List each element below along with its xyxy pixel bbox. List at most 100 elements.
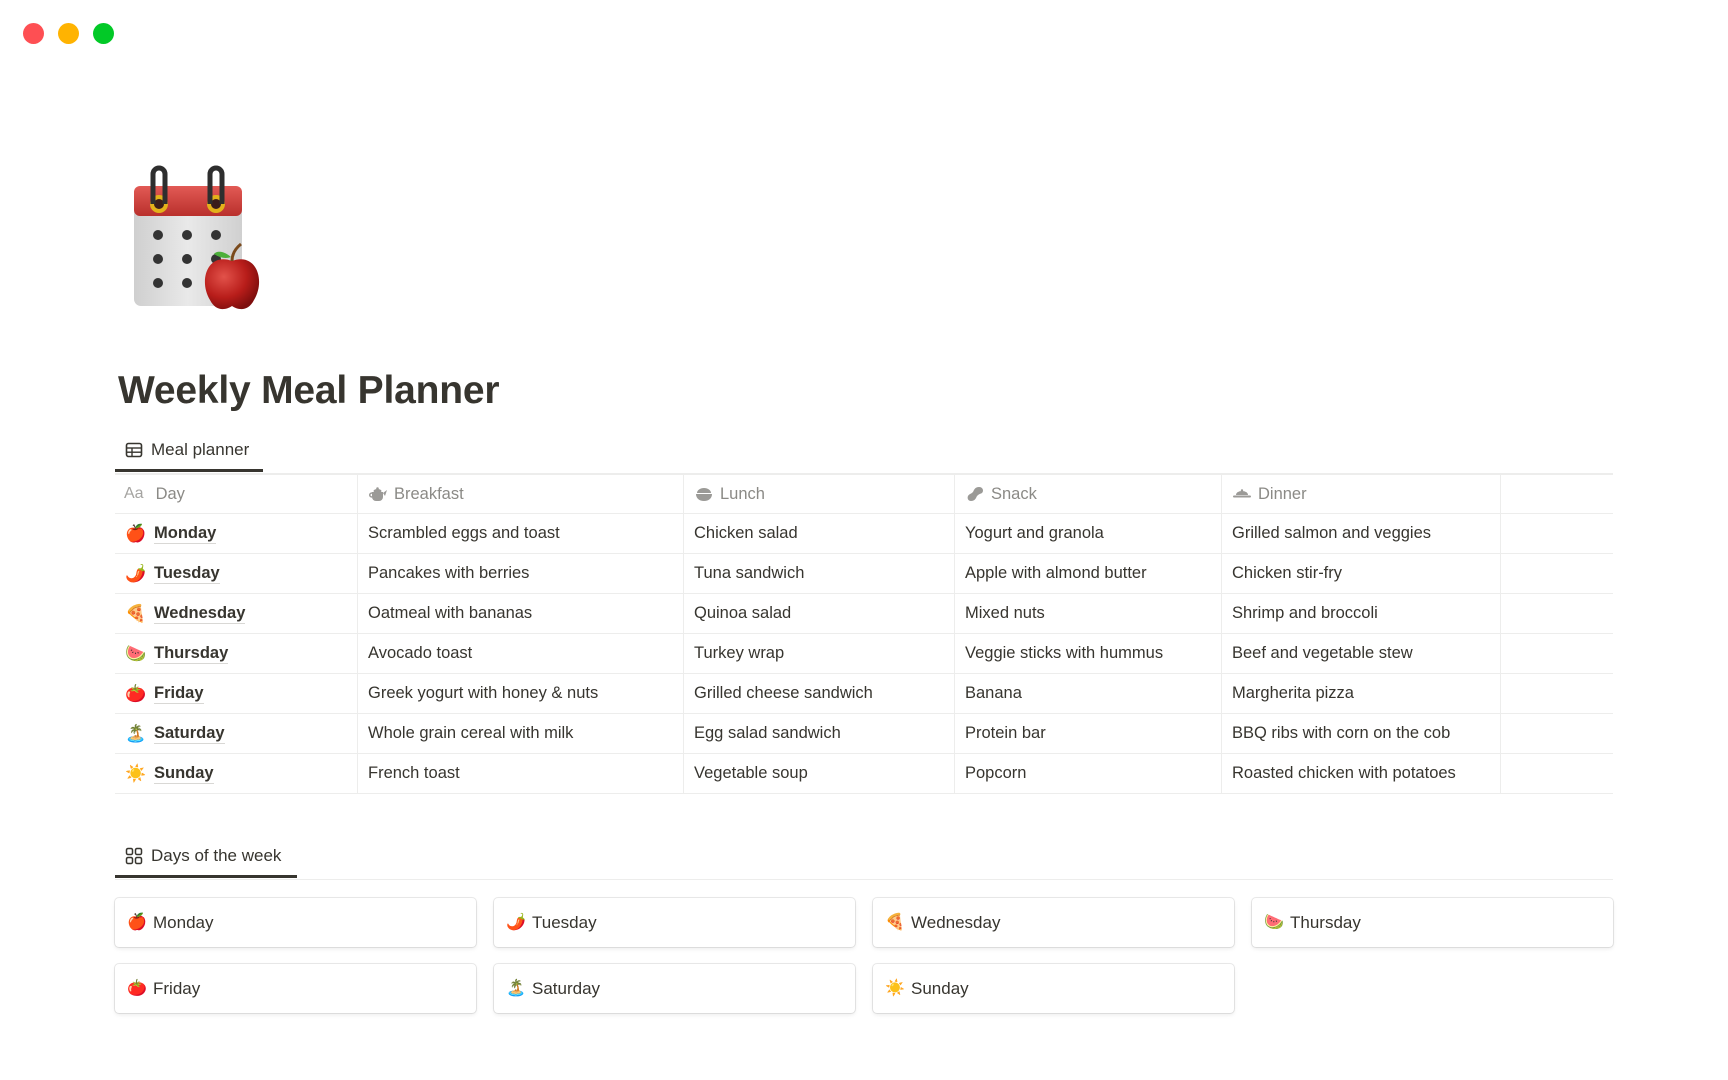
day-page-link[interactable]: Thursday (154, 644, 229, 664)
close-window-button[interactable] (23, 23, 44, 44)
cell-breakfast[interactable]: Avocado toast (358, 634, 684, 673)
dish-icon (1232, 486, 1252, 502)
apple-icon: 🍎 (125, 524, 147, 543)
window-controls (23, 23, 114, 44)
minimize-window-button[interactable] (58, 23, 79, 44)
day-page-link[interactable]: Wednesday (154, 604, 246, 624)
tab-label: Days of the week (151, 845, 282, 865)
card-title: Thursday (1290, 912, 1361, 932)
card-title: Sunday (911, 978, 969, 998)
page-title[interactable]: Weekly Meal Planner (118, 366, 500, 416)
tab-meal-planner[interactable]: Meal planner (115, 430, 263, 472)
cell-dinner[interactable]: Shrimp and broccoli (1222, 594, 1501, 633)
apple-icon: 🍎 (127, 913, 147, 931)
gallery-card[interactable]: 🌶️ Tuesday (494, 898, 855, 947)
table-row: 🌶️ Tuesday Pancakes with berries Tuna sandw… (115, 554, 1613, 594)
table-row: ☀️ Sunday French toast Vegetable soup Popcor… (115, 754, 1613, 794)
cell-day[interactable]: 🍎 Monday (115, 514, 358, 553)
column-header-lunch[interactable]: Lunch (684, 475, 955, 513)
day-page-link[interactable]: Tuesday (154, 564, 220, 584)
card-title: Wednesday (911, 912, 1001, 932)
beach-island-icon: 🏝️ (506, 979, 526, 997)
cell-breakfast[interactable]: Pancakes with berries (358, 554, 684, 593)
gallery-card[interactable]: 🍕 Wednesday (873, 898, 1234, 947)
cell-dinner[interactable]: Grilled salmon and veggies (1222, 514, 1501, 553)
cell-lunch[interactable]: Grilled cheese sandwich (684, 674, 955, 713)
cell-breakfast[interactable]: Scrambled eggs and toast (358, 514, 684, 553)
gallery-card[interactable]: ☀️ Sunday (873, 964, 1234, 1013)
days-tabbar-divider (115, 879, 1613, 880)
cell-snack[interactable]: Yogurt and granola (955, 514, 1222, 553)
cell-day[interactable]: 🍉 Thursday (115, 634, 358, 673)
cell-snack[interactable]: Veggie sticks with hummus (955, 634, 1222, 673)
cell-breakfast[interactable]: Greek yogurt with honey & nuts (358, 674, 684, 713)
cell-empty[interactable] (1501, 634, 1613, 673)
chili-pepper-icon: 🌶️ (506, 913, 526, 931)
cell-dinner[interactable]: Chicken stir-fry (1222, 554, 1501, 593)
gallery-card[interactable]: 🍉 Thursday (1252, 898, 1613, 947)
table-row: 🍕 Wednesday Oatmeal with bananas Quinoa sal… (115, 594, 1613, 634)
cell-snack[interactable]: Mixed nuts (955, 594, 1222, 633)
cell-breakfast[interactable]: Whole grain cereal with milk (358, 714, 684, 753)
cell-lunch[interactable]: Turkey wrap (684, 634, 955, 673)
cell-lunch[interactable]: Egg salad sandwich (684, 714, 955, 753)
cell-day[interactable]: ☀️ Sunday (115, 754, 358, 793)
day-page-link[interactable]: Monday (154, 524, 217, 544)
peanut-icon (965, 486, 985, 502)
cell-breakfast[interactable]: French toast (358, 754, 684, 793)
cell-empty[interactable] (1501, 714, 1613, 753)
cell-dinner[interactable]: Margherita pizza (1222, 674, 1501, 713)
table-header-row: Aa Day Breakfast Lunch Snack Dinner (115, 474, 1613, 514)
maximize-window-button[interactable] (93, 23, 114, 44)
cell-dinner[interactable]: Beef and vegetable stew (1222, 634, 1501, 673)
beach-island-icon: 🏝️ (125, 724, 147, 743)
pizza-icon: 🍕 (885, 913, 905, 931)
card-title: Tuesday (532, 912, 597, 932)
day-page-link[interactable]: Sunday (154, 764, 214, 784)
column-header-day[interactable]: Aa Day (115, 475, 358, 513)
cell-snack[interactable]: Protein bar (955, 714, 1222, 753)
gallery-grid-icon (125, 847, 143, 865)
tomato-icon: 🍅 (127, 979, 147, 997)
cell-snack[interactable]: Banana (955, 674, 1222, 713)
day-page-link[interactable]: Saturday (154, 724, 225, 744)
cell-breakfast[interactable]: Oatmeal with bananas (358, 594, 684, 633)
sun-icon: ☀️ (885, 979, 905, 997)
cell-lunch[interactable]: Vegetable soup (684, 754, 955, 793)
cell-day[interactable]: 🍅 Friday (115, 674, 358, 713)
cell-snack[interactable]: Apple with almond butter (955, 554, 1222, 593)
cell-lunch[interactable]: Chicken salad (684, 514, 955, 553)
column-header-dinner[interactable]: Dinner (1222, 475, 1501, 513)
cell-lunch[interactable]: Tuna sandwich (684, 554, 955, 593)
cell-empty[interactable] (1501, 594, 1613, 633)
table-row: 🏝️ Saturday Whole grain cereal with milk Eg… (115, 714, 1613, 754)
calendar-with-apple-icon[interactable] (128, 160, 278, 315)
table-icon (125, 441, 143, 459)
cell-empty[interactable] (1501, 514, 1613, 553)
chili-pepper-icon: 🌶️ (125, 564, 147, 583)
card-title: Saturday (532, 978, 601, 998)
bowl-icon (694, 486, 714, 502)
watermelon-icon: 🍉 (1264, 913, 1284, 931)
card-title: Monday (153, 912, 214, 932)
cell-snack[interactable]: Popcorn (955, 754, 1222, 793)
cell-dinner[interactable]: Roasted chicken with potatoes (1222, 754, 1501, 793)
day-page-link[interactable]: Friday (154, 684, 204, 704)
cell-dinner[interactable]: BBQ ribs with corn on the cob (1222, 714, 1501, 753)
gallery-card[interactable]: 🍅 Friday (115, 964, 476, 1013)
text-aa-icon: Aa (124, 485, 144, 502)
cell-day[interactable]: 🏝️ Saturday (115, 714, 358, 753)
tab-days-of-the-week[interactable]: Days of the week (115, 836, 297, 878)
cell-lunch[interactable]: Quinoa salad (684, 594, 955, 633)
cell-empty[interactable] (1501, 554, 1613, 593)
table-body: 🍎 Monday Scrambled eggs and toast Chicken s… (115, 514, 1613, 794)
gallery-card[interactable]: 🏝️ Saturday (494, 964, 855, 1013)
cell-day[interactable]: 🍕 Wednesday (115, 594, 358, 633)
cell-empty[interactable] (1501, 754, 1613, 793)
column-header-snack[interactable]: Snack (955, 475, 1222, 513)
column-header-breakfast[interactable]: Breakfast (358, 475, 684, 513)
cell-empty[interactable] (1501, 674, 1613, 713)
tomato-icon: 🍅 (125, 684, 147, 703)
gallery-card[interactable]: 🍎 Monday (115, 898, 476, 947)
cell-day[interactable]: 🌶️ Tuesday (115, 554, 358, 593)
